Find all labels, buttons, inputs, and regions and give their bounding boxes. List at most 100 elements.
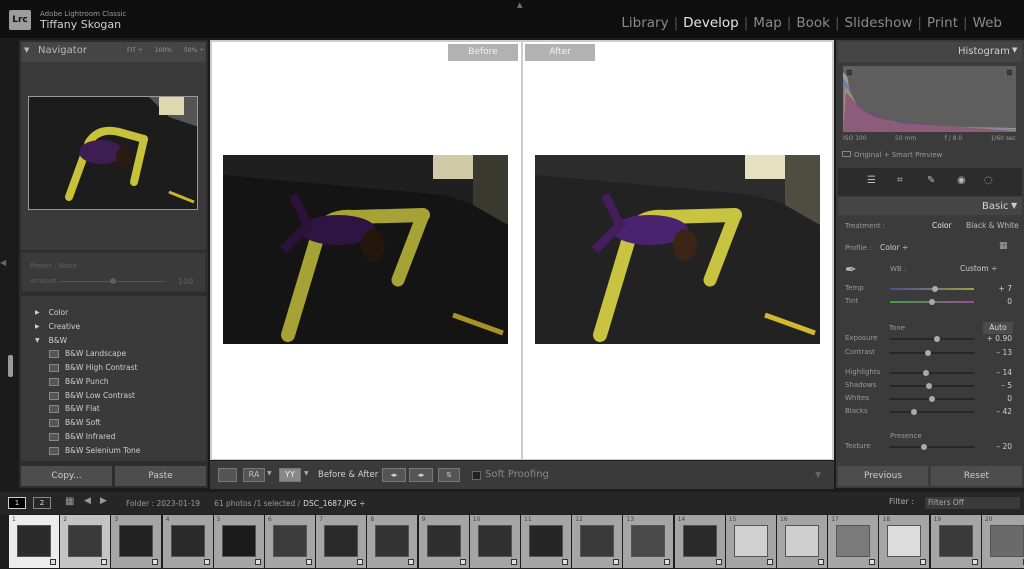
filmstrip-thumb[interactable]: 11 <box>521 515 571 568</box>
filmstrip-thumb[interactable]: 6 <box>265 515 315 568</box>
filmstrip-thumb[interactable]: 15 <box>725 515 776 568</box>
smart-preview-status[interactable]: Original + Smart Preview <box>842 151 942 159</box>
dropdown-arrow-icon[interactable]: ▼ <box>267 470 272 477</box>
slider-knob-temp[interactable] <box>931 286 938 292</box>
preset-item[interactable]: B&W High Contrast <box>49 363 137 372</box>
after-photo[interactable] <box>535 155 820 344</box>
module-map[interactable]: Map <box>751 15 784 31</box>
slider-value-tint[interactable]: 0 <box>982 297 1012 306</box>
filter-select[interactable]: Filters Off <box>925 497 1020 509</box>
preset-item[interactable]: B&W Infrared <box>49 432 115 441</box>
left-scrollbar[interactable] <box>8 355 13 377</box>
before-photo[interactable] <box>223 155 508 344</box>
edit-badge-icon[interactable] <box>971 559 978 565</box>
edit-badge-icon[interactable] <box>357 559 364 565</box>
collapse-triangle-icon[interactable]: ▼ <box>1012 46 1017 54</box>
preset-item[interactable]: B&W Flat <box>49 404 100 413</box>
filmstrip-thumb[interactable]: 13 <box>623 515 674 568</box>
edit-badge-icon[interactable] <box>818 559 824 565</box>
red-eye-icon[interactable]: ◉ <box>957 175 966 186</box>
collapse-top-icon[interactable]: ▲ <box>517 1 522 9</box>
healing-icon[interactable]: ✎ <box>927 175 935 186</box>
slider-knob-contrast[interactable] <box>924 350 931 356</box>
screen-1-button[interactable]: 1 <box>8 497 26 509</box>
collapse-triangle-icon[interactable]: ▼ <box>1011 201 1017 210</box>
preset-item[interactable]: B&W Selenium Tone <box>49 446 140 455</box>
dropdown-arrow-icon[interactable]: ▼ <box>304 470 309 477</box>
screen-2-button[interactable]: 2 <box>33 497 51 509</box>
slider-value-blacks[interactable]: – 42 <box>982 407 1012 416</box>
filmstrip-thumb[interactable]: 20 <box>981 515 1024 568</box>
zoom-100[interactable]: 100% <box>155 47 172 54</box>
treatment-bw[interactable]: Black & White <box>966 221 1019 230</box>
module-print[interactable]: Print <box>925 15 960 31</box>
forward-arrow-icon[interactable]: ▶ <box>100 496 107 506</box>
preset-item[interactable]: B&W Soft <box>49 418 101 427</box>
filmstrip-thumb[interactable]: 5 <box>213 515 264 568</box>
slider-value-shadows[interactable]: – 5 <box>982 381 1012 390</box>
filmstrip-thumb[interactable]: 18 <box>879 515 930 568</box>
filmstrip-thumb[interactable]: 4 <box>162 515 213 568</box>
module-web[interactable]: Web <box>971 15 1004 31</box>
slider-knob-whites[interactable] <box>929 396 935 402</box>
edit-badge-icon[interactable] <box>715 559 722 565</box>
module-slideshow[interactable]: Slideshow <box>843 15 915 31</box>
copy-before-to-after-button[interactable]: ◂▸ <box>382 468 406 482</box>
slider-knob-texture[interactable] <box>920 444 927 450</box>
slider-knob-exposure[interactable] <box>934 336 941 342</box>
before-after-tb-button[interactable]: YY <box>279 468 301 482</box>
copy-after-to-before-button[interactable]: ◂▸ <box>409 468 433 482</box>
masking-icon[interactable]: ◌ <box>984 175 993 186</box>
zoom-50[interactable]: 50% ÷ <box>184 47 204 54</box>
filmstrip-thumb[interactable]: 19 <box>930 515 981 568</box>
edit-badge-icon[interactable] <box>869 559 876 565</box>
slider-track-blacks[interactable] <box>890 411 974 413</box>
edit-badge-icon[interactable] <box>920 559 927 565</box>
preset-item[interactable]: B&W Landscape <box>49 349 126 358</box>
slider-value-highlights[interactable]: – 14 <box>982 368 1012 377</box>
slider-track-contrast[interactable] <box>890 352 974 354</box>
left-panel-toggle-icon[interactable]: ◀ <box>0 258 6 267</box>
edit-badge-icon[interactable] <box>254 559 261 565</box>
slider-value-texture[interactable]: – 20 <box>982 442 1012 451</box>
edit-badge-icon[interactable] <box>408 559 415 565</box>
module-develop[interactable]: Develop <box>681 15 741 31</box>
edit-badge-icon[interactable] <box>510 559 517 565</box>
slider-value-temp[interactable]: + 7 <box>982 284 1012 293</box>
module-library[interactable]: Library <box>619 15 670 31</box>
treatment-color[interactable]: Color <box>932 221 952 230</box>
amount-slider-knob[interactable] <box>110 278 116 284</box>
edit-badge-icon[interactable] <box>459 559 466 565</box>
collapse-triangle-icon[interactable]: ▼ <box>24 46 29 54</box>
swap-before-after-button[interactable]: ⇅ <box>438 468 460 482</box>
grid-view-icon[interactable]: ▦ <box>65 496 74 507</box>
filmstrip-thumb[interactable]: 12 <box>572 515 623 568</box>
navigator-thumbnail[interactable] <box>28 96 198 210</box>
filmstrip-thumb[interactable]: 16 <box>777 515 827 568</box>
wb-select[interactable]: Custom ÷ <box>960 264 997 273</box>
zoom-fit[interactable]: FIT ÷ <box>127 47 143 54</box>
toolbar-menu-icon[interactable]: ▼ <box>815 470 821 479</box>
filmstrip-source[interactable]: Folder : 2023-01-19 61 photos /1 selected… <box>126 499 365 508</box>
preset-group-color[interactable]: ▶ Color <box>35 308 68 317</box>
wb-eyedropper-icon[interactable]: ✒ <box>845 262 857 278</box>
auto-tone-button[interactable]: Auto <box>983 322 1013 334</box>
filmstrip-thumb[interactable]: 10 <box>469 515 520 568</box>
edit-badge-icon[interactable] <box>766 559 773 565</box>
copy-button[interactable]: Copy... <box>21 466 112 486</box>
edit-badge-icon[interactable] <box>203 559 210 565</box>
preset-item[interactable]: B&W Low Contrast <box>49 391 135 400</box>
module-book[interactable]: Book <box>794 15 832 31</box>
slider-track-highlights[interactable] <box>890 372 974 374</box>
before-after-lr-button[interactable]: RA <box>243 468 265 482</box>
filmstrip-thumb[interactable]: 2 <box>60 515 111 568</box>
paste-button[interactable]: Paste <box>115 466 206 486</box>
slider-value-exposure[interactable]: + 0.90 <box>982 334 1012 343</box>
edit-badge-icon[interactable] <box>50 559 56 565</box>
filmstrip-thumb[interactable]: 1 <box>9 515 59 568</box>
filmstrip-thumb[interactable]: 9 <box>418 515 469 568</box>
filmstrip-thumb[interactable]: 14 <box>674 515 725 568</box>
preset-group-creative[interactable]: ▶ Creative <box>35 322 80 331</box>
slider-knob-tint[interactable] <box>929 299 935 305</box>
slider-value-contrast[interactable]: – 13 <box>982 348 1012 357</box>
